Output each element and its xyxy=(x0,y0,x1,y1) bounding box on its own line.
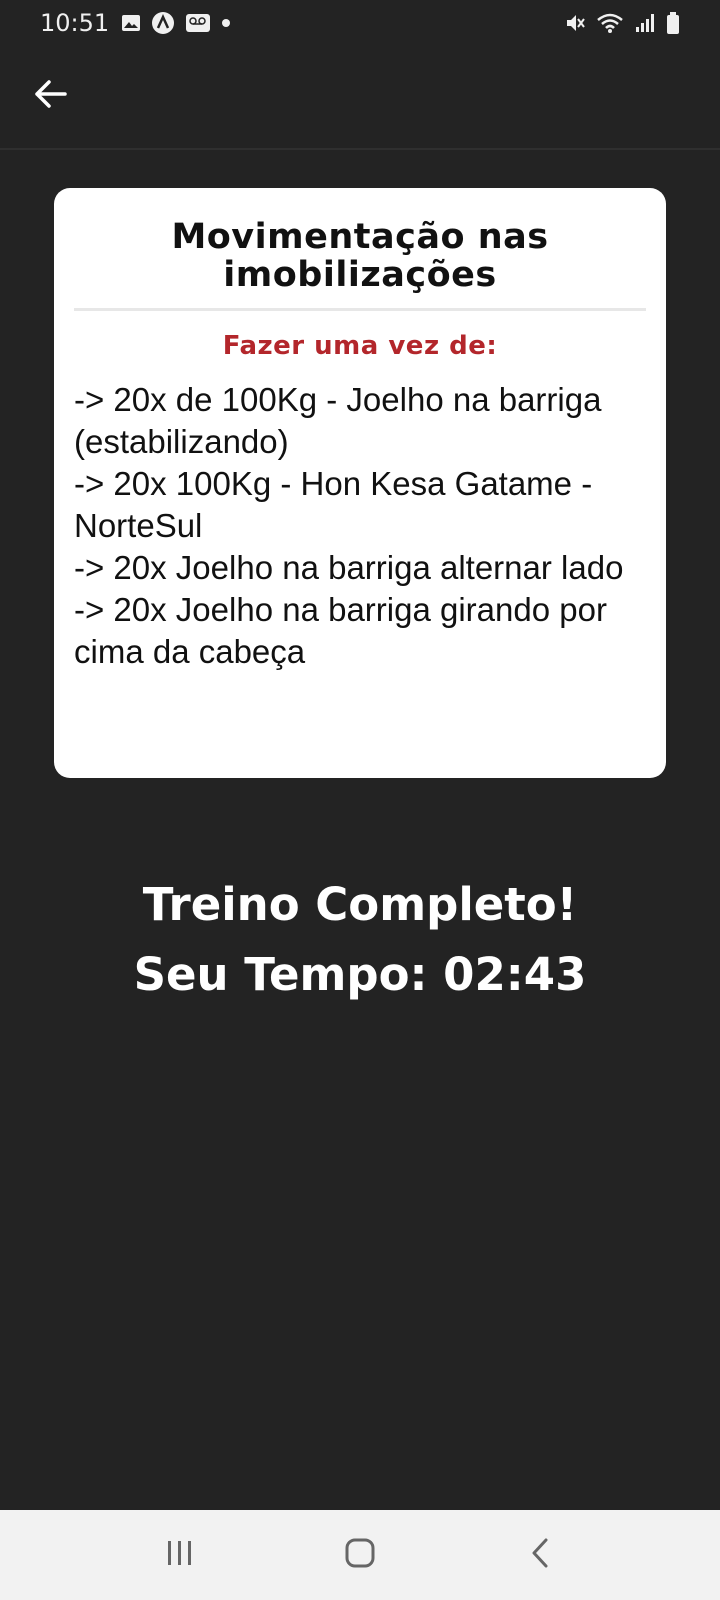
completion-section: Treino Completo! Seu Tempo: 02:43 xyxy=(0,880,720,1000)
status-time: 10:51 xyxy=(40,9,110,37)
exercise-line: -> 20x 100Kg - Hon Kesa Gatame - NorteSu… xyxy=(74,465,593,544)
card-body: -> 20x de 100Kg - Joelho na barriga (est… xyxy=(74,379,646,673)
home-button[interactable] xyxy=(320,1520,400,1590)
exercise-line: -> 20x Joelho na barriga girando por cim… xyxy=(74,591,607,670)
status-system-icons xyxy=(564,11,680,35)
exercise-line: -> 20x de 100Kg - Joelho na barriga (est… xyxy=(74,381,602,460)
exercise-line: -> 20x Joelho na barriga alternar lado xyxy=(74,549,624,586)
signal-icon xyxy=(634,12,656,34)
status-left: 10:51 xyxy=(40,9,231,37)
status-notification-icons xyxy=(121,11,231,35)
mute-icon xyxy=(564,12,586,34)
battery-icon xyxy=(666,11,680,35)
gallery-icon xyxy=(121,14,141,32)
status-bar: 10:51 xyxy=(0,0,720,46)
card-divider xyxy=(74,308,646,311)
home-icon xyxy=(344,1537,376,1574)
navigation-bar xyxy=(0,1510,720,1600)
wifi-icon xyxy=(596,12,624,34)
app-icon xyxy=(151,11,175,35)
completion-title: Treino Completo! xyxy=(142,878,578,931)
app-bar xyxy=(0,46,720,150)
voicemail-icon xyxy=(185,13,211,33)
recent-apps-button[interactable] xyxy=(140,1520,220,1590)
nav-back-button[interactable] xyxy=(500,1520,580,1590)
dot-icon xyxy=(221,18,231,28)
completion-time: Seu Tempo: 02:43 xyxy=(133,948,587,1001)
back-button[interactable] xyxy=(26,72,74,120)
exercise-card: Movimentação nas imobilizações Fazer uma… xyxy=(54,188,666,778)
back-icon xyxy=(529,1537,551,1574)
card-title: Movimentação nas imobilizações xyxy=(171,217,549,295)
arrow-left-icon xyxy=(33,79,67,114)
recent-apps-icon xyxy=(165,1539,195,1572)
card-subtitle: Fazer uma vez de: xyxy=(222,331,498,361)
